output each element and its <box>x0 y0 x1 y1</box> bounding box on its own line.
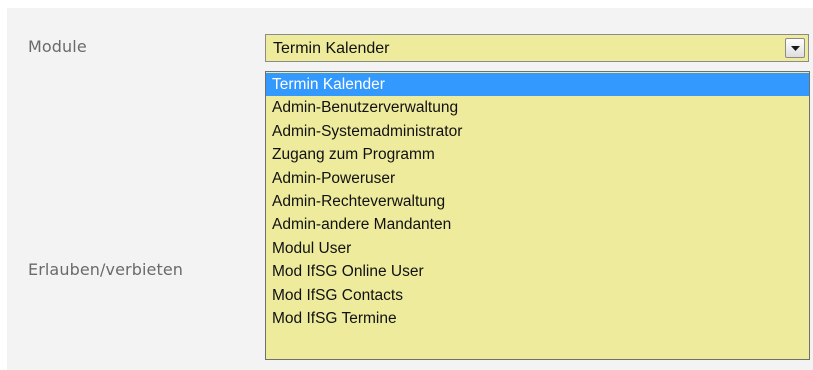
module-option[interactable]: Mod IfSG Contacts <box>266 284 809 307</box>
module-option[interactable]: Admin-Rechteverwaltung <box>266 190 809 213</box>
module-option[interactable]: Admin-Benutzerverwaltung <box>266 96 809 119</box>
allow-deny-label: Erlauben/verbieten <box>28 260 184 279</box>
module-dropdown-list[interactable]: Termin Kalender Admin-Benutzerverwaltung… <box>265 71 810 360</box>
module-option[interactable]: Termin Kalender <box>266 73 809 97</box>
module-option[interactable]: Modul User <box>266 237 809 260</box>
module-option[interactable]: Zugang zum Programm <box>266 143 809 166</box>
chevron-down-icon <box>791 46 800 51</box>
module-select-value: Termin Kalender <box>273 40 390 57</box>
module-option[interactable]: Mod IfSG Termine <box>266 307 809 330</box>
module-option[interactable]: Admin-Poweruser <box>266 167 809 190</box>
module-select[interactable]: Termin Kalender <box>265 34 809 62</box>
dropdown-arrow-button[interactable] <box>785 38 805 58</box>
module-option[interactable]: Admin-Systemadministrator <box>266 120 809 143</box>
module-option[interactable]: Admin-andere Mandanten <box>266 213 809 236</box>
module-option[interactable]: Mod IfSG Online User <box>266 260 809 283</box>
module-label: Module <box>28 37 87 56</box>
